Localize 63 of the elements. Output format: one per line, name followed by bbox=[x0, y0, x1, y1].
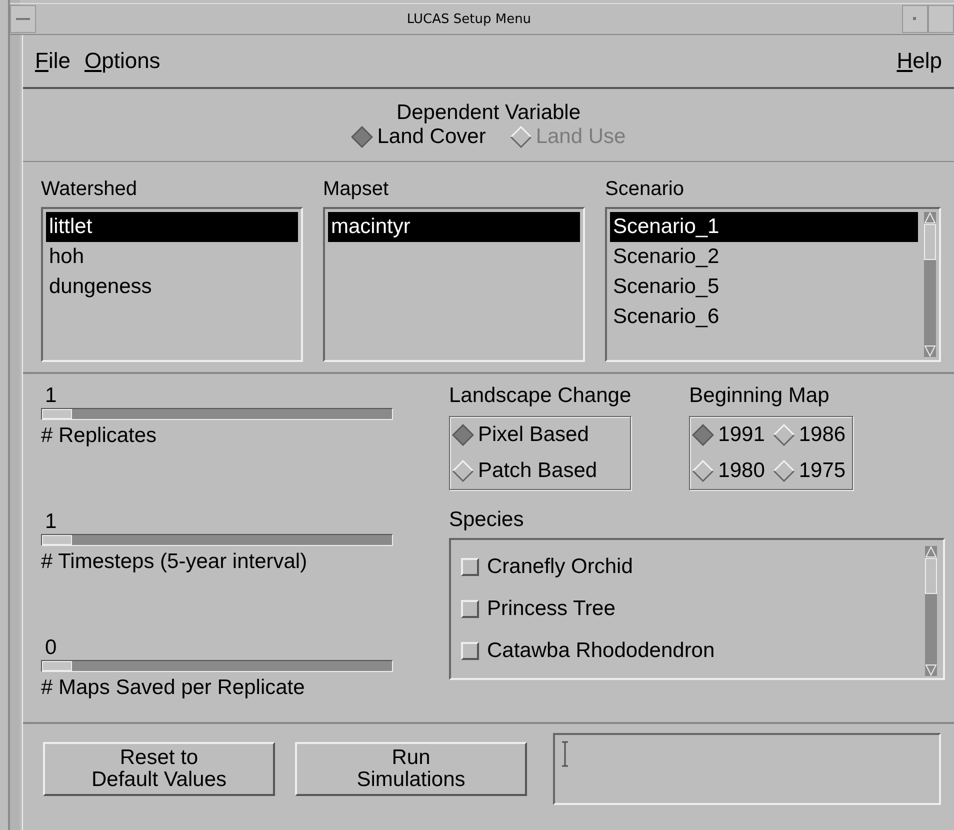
slider-label: # Timesteps (5-year interval) bbox=[41, 550, 308, 574]
radio-button[interactable] bbox=[772, 460, 795, 482]
scrollbar[interactable] bbox=[924, 212, 936, 357]
down-arrow-icon[interactable] bbox=[924, 345, 936, 357]
checkbox-label[interactable]: Catawba Rhododendron bbox=[487, 639, 715, 663]
slider-thumb[interactable] bbox=[42, 661, 72, 671]
slider-value: 1 bbox=[44, 510, 57, 534]
menu-item[interactable]: Help bbox=[896, 48, 942, 74]
group-title: Landscape Change bbox=[449, 384, 632, 408]
window-menu-button[interactable] bbox=[10, 5, 36, 33]
radio-label[interactable]: 1986 bbox=[798, 423, 846, 447]
section-title: Dependent Variable bbox=[396, 101, 581, 125]
radio-button[interactable] bbox=[452, 460, 474, 482]
checkbox[interactable] bbox=[461, 558, 479, 576]
slider-thumb[interactable] bbox=[42, 409, 72, 419]
list-title: Scenario bbox=[605, 178, 685, 201]
radio-button[interactable] bbox=[692, 460, 714, 482]
checkbox-label[interactable]: Princess Tree bbox=[487, 597, 616, 621]
checkbox[interactable] bbox=[461, 642, 479, 660]
text-cursor-icon bbox=[561, 741, 569, 767]
list-title: Species bbox=[449, 508, 525, 532]
radio-label[interactable]: 1991 bbox=[718, 423, 765, 447]
menu-item[interactable]: Options bbox=[84, 48, 160, 74]
up-arrow-icon[interactable] bbox=[925, 546, 937, 558]
radio-button[interactable] bbox=[351, 126, 374, 148]
up-arrow-icon[interactable] bbox=[924, 212, 936, 224]
message-field[interactable] bbox=[553, 733, 941, 805]
list-item[interactable]: Scenario_2 bbox=[610, 242, 918, 272]
list-item[interactable]: dungeness bbox=[46, 272, 298, 302]
radio-button[interactable] bbox=[692, 424, 714, 446]
list-item[interactable]: Scenario_5 bbox=[610, 272, 918, 302]
radio-label[interactable]: Land Cover bbox=[377, 125, 486, 149]
action-button[interactable]: Run Simulations bbox=[295, 742, 527, 796]
checkbox[interactable] bbox=[461, 600, 479, 618]
list-item[interactable]: Scenario_1 bbox=[610, 212, 918, 242]
radio-button[interactable] bbox=[452, 424, 474, 446]
slider-value: 1 bbox=[44, 384, 57, 408]
list-item[interactable]: littlet bbox=[46, 212, 298, 242]
checkbox-label[interactable]: Cranefly Orchid bbox=[487, 555, 633, 579]
group-title: Beginning Map bbox=[689, 384, 830, 408]
radio-label[interactable]: Patch Based bbox=[478, 459, 598, 483]
slider-value: 0 bbox=[44, 636, 57, 660]
menu-item[interactable]: File bbox=[35, 48, 70, 74]
window-title: LUCAS Setup Menu bbox=[406, 12, 532, 26]
list-item[interactable]: macintyr bbox=[328, 212, 580, 242]
radio-button[interactable] bbox=[772, 424, 795, 446]
scrollbar[interactable] bbox=[925, 546, 937, 676]
slider-label: # Replicates bbox=[41, 424, 157, 448]
radio-label[interactable]: 1980 bbox=[718, 459, 765, 483]
list-item[interactable]: hoh bbox=[46, 242, 298, 272]
action-button[interactable]: Reset to Default Values bbox=[43, 742, 275, 796]
dash-icon bbox=[16, 17, 30, 21]
slider-thumb[interactable] bbox=[42, 535, 72, 545]
radio-label[interactable]: 1975 bbox=[798, 459, 846, 483]
slider-label: # Maps Saved per Replicate bbox=[41, 676, 305, 700]
list-title: Mapset bbox=[323, 178, 390, 201]
slider[interactable] bbox=[41, 408, 393, 420]
slider[interactable] bbox=[41, 660, 393, 672]
down-arrow-icon[interactable] bbox=[925, 664, 937, 676]
list-item[interactable]: Scenario_6 bbox=[610, 302, 918, 332]
list-title: Watershed bbox=[41, 178, 138, 201]
radio-label[interactable]: Pixel Based bbox=[478, 423, 589, 447]
slider[interactable] bbox=[41, 534, 393, 546]
